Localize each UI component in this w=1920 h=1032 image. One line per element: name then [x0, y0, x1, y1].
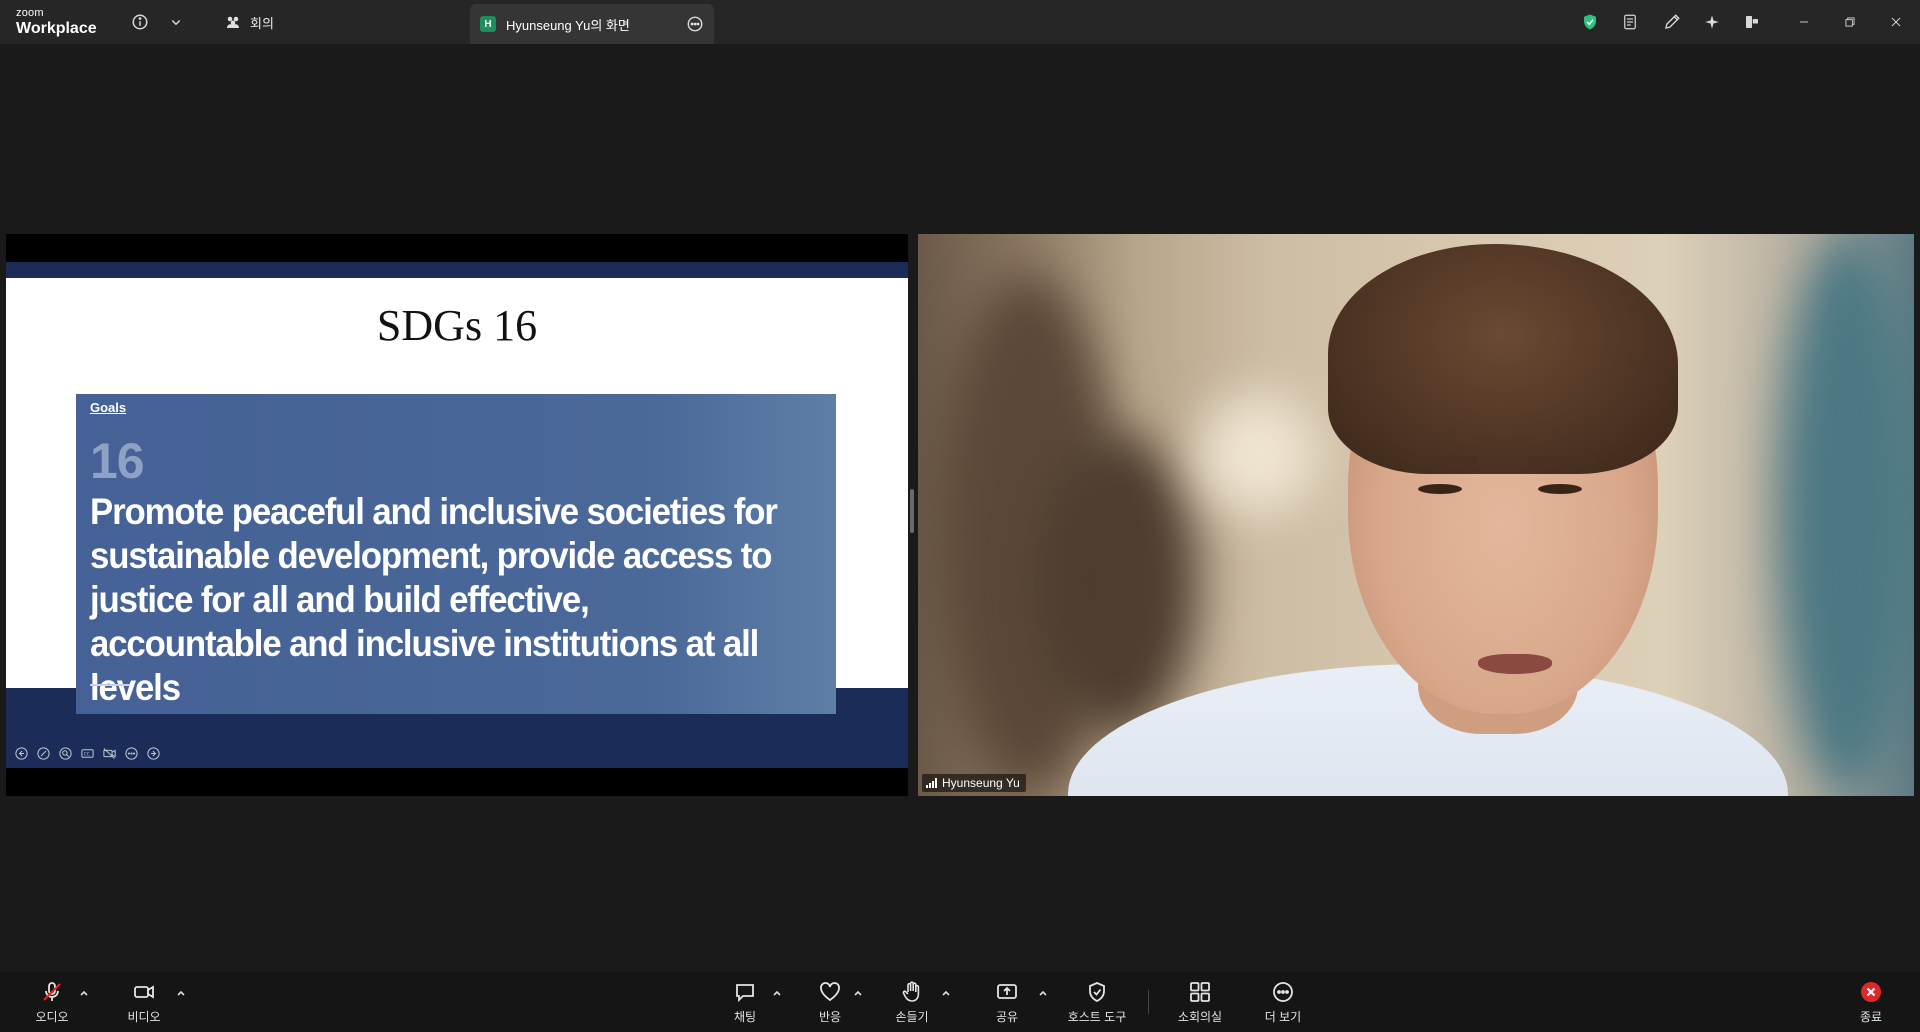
participant-name-tag: Hyunseung Yu	[922, 774, 1026, 792]
chat-button[interactable]: 채팅	[728, 978, 762, 1028]
end-meeting-button[interactable]: 종료	[1856, 978, 1886, 1028]
toolbar-divider	[1148, 990, 1149, 1014]
security-shield-icon[interactable]	[1578, 10, 1602, 34]
reactions-options-chevron-icon[interactable]	[851, 986, 865, 1000]
person-brow	[1528, 456, 1598, 464]
share-label: 공유	[995, 1010, 1019, 1024]
shield-icon	[1083, 978, 1111, 1006]
share-options-chevron-icon[interactable]	[1036, 986, 1050, 1000]
slide-more-icon[interactable]	[122, 744, 140, 762]
slideshow-toolbar: CC	[12, 744, 162, 762]
next-slide-icon[interactable]	[144, 744, 162, 762]
heart-icon	[816, 978, 844, 1006]
shared-screen-panel[interactable]: SDGs 16 Goals 16 Promote peaceful and in…	[6, 234, 908, 796]
person-mouth	[1478, 654, 1552, 674]
chat-label: 채팅	[733, 1010, 757, 1024]
breakout-grid-icon	[1186, 978, 1214, 1006]
title-bar: zoom Workplace 회의 H Hyunseung Yu의 화면	[0, 0, 1920, 44]
meeting-controls: 오디오 비디오 채팅 반응 손들기 공유 호스트 도구 소회의실 더 보기 종료	[0, 972, 1920, 1032]
share-screen-icon	[993, 978, 1021, 1006]
audio-button[interactable]: 오디오	[30, 978, 74, 1028]
background-blur	[1778, 234, 1914, 794]
subtitles-icon[interactable]: CC	[78, 744, 96, 762]
meeting-info-icon[interactable]	[128, 10, 152, 34]
ai-companion-icon[interactable]	[1700, 10, 1724, 34]
more-button[interactable]: 더 보기	[1262, 978, 1304, 1028]
meeting-tab-label: 회의	[250, 15, 274, 31]
raise-hand-label: 손들기	[895, 1010, 929, 1024]
background-blur	[1198, 394, 1318, 514]
zoom-workplace-logo: zoom Workplace	[16, 8, 97, 37]
share-button[interactable]: 공유	[990, 978, 1024, 1028]
slide-title: SDGs 16	[376, 301, 538, 350]
end-close-icon	[1857, 978, 1885, 1006]
meeting-stage: SDGs 16 Goals 16 Promote peaceful and in…	[0, 44, 1920, 972]
video-options-chevron-icon[interactable]	[174, 986, 188, 1000]
goals-label: Goals	[90, 400, 127, 415]
pen-icon[interactable]	[34, 744, 52, 762]
raise-hand-options-chevron-icon[interactable]	[939, 986, 953, 1000]
minimize-icon[interactable]	[1790, 10, 1818, 34]
goal-number: 16	[90, 433, 145, 489]
divider	[90, 684, 130, 686]
person-eye	[1538, 484, 1582, 494]
goal-description: Promote peaceful and inclusive societies…	[90, 491, 778, 708]
share-tab-label: Hyunseung Yu의 화면	[506, 17, 630, 33]
reactions-button[interactable]: 반응	[813, 978, 847, 1028]
breakout-label: 소회의실	[1177, 1010, 1223, 1024]
participant-name: Hyunseung Yu	[942, 776, 1020, 790]
hand-icon	[898, 978, 926, 1006]
chat-options-chevron-icon[interactable]	[770, 986, 784, 1000]
background-blur	[1038, 434, 1198, 734]
panel-resize-handle[interactable]	[910, 489, 914, 533]
presentation-slide: SDGs 16 Goals 16 Promote peaceful and in…	[6, 262, 908, 768]
participant-video[interactable]: Hyunseung Yu	[918, 234, 1914, 796]
host-tools-button[interactable]: 호스트 도구	[1062, 978, 1132, 1028]
video-camera-icon	[130, 978, 158, 1006]
audio-label: 오디오	[35, 1010, 69, 1024]
logo-small-text: zoom	[16, 7, 44, 19]
audio-options-chevron-icon[interactable]	[77, 986, 91, 1000]
signal-strength-icon	[926, 778, 938, 788]
more-options-icon[interactable]	[686, 15, 704, 33]
raise-hand-button[interactable]: 손들기	[890, 978, 934, 1028]
participants-icon	[224, 13, 242, 31]
goal-card: Goals 16 Promote peaceful and inclusive …	[76, 394, 836, 714]
tab-screen-share[interactable]: H Hyunseung Yu의 화면	[470, 4, 714, 44]
host-tools-label: 호스트 도구	[1067, 1010, 1127, 1024]
chat-bubble-icon	[731, 978, 759, 1006]
logo-big-text: Workplace	[16, 20, 97, 37]
end-label: 종료	[1859, 1010, 1883, 1024]
restore-icon[interactable]	[1836, 10, 1864, 34]
more-dots-icon	[1269, 978, 1297, 1006]
presenter-avatar: H	[480, 16, 496, 32]
mic-muted-icon	[38, 978, 66, 1006]
person-eye	[1418, 484, 1462, 494]
reactions-label: 반응	[818, 1010, 842, 1024]
tab-meeting[interactable]: 회의	[210, 0, 288, 44]
notes-icon[interactable]	[1618, 10, 1642, 34]
close-icon[interactable]	[1882, 10, 1910, 34]
more-label: 더 보기	[1264, 1010, 1302, 1024]
svg-text:CC: CC	[83, 751, 89, 757]
person-hair	[1328, 244, 1678, 474]
chevron-down-icon[interactable]	[164, 10, 188, 34]
slide-top-band	[6, 262, 908, 278]
zoom-slide-icon[interactable]	[56, 744, 74, 762]
breakout-rooms-button[interactable]: 소회의실	[1174, 978, 1226, 1028]
person-brow	[1408, 456, 1478, 464]
annotate-icon[interactable]	[1660, 10, 1684, 34]
video-label: 비디오	[127, 1010, 161, 1024]
camera-off-icon[interactable]	[100, 744, 118, 762]
apps-icon[interactable]	[1740, 10, 1764, 34]
video-button[interactable]: 비디오	[122, 978, 166, 1028]
previous-slide-icon[interactable]	[12, 744, 30, 762]
